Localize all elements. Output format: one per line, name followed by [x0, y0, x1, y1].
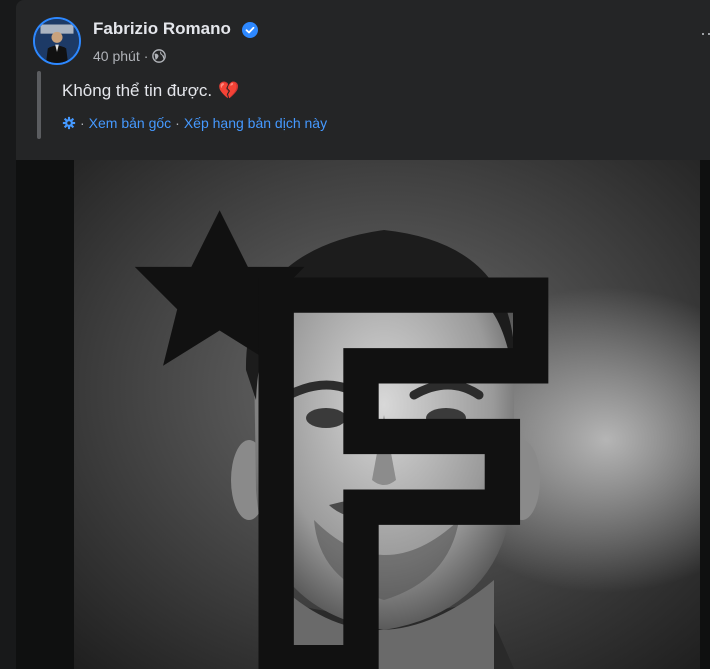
translation-separator: ·	[80, 115, 85, 131]
post-media-area	[16, 160, 710, 669]
author-name[interactable]: Fabrizio Romano	[93, 19, 231, 39]
more-icon: ···	[700, 23, 710, 43]
post-text-content: Không thể tin được.	[62, 81, 213, 100]
post-card: Fabrizio Romano 40 phút · ··· Không thể …	[16, 0, 710, 669]
post-meta: 40 phút ·	[93, 48, 167, 64]
post-text: Không thể tin được. 💔	[62, 81, 239, 101]
avatar-photo-icon	[35, 19, 79, 63]
more-options-button[interactable]: ···	[700, 24, 710, 48]
author-avatar[interactable]	[33, 17, 81, 65]
translation-separator: ·	[175, 115, 180, 131]
globe-icon[interactable]	[152, 49, 167, 63]
post-timestamp[interactable]: 40 phút	[93, 48, 140, 64]
gear-icon	[62, 116, 76, 130]
translation-row: · Xem bản gốc · Xếp hạng bản dịch này	[62, 115, 327, 131]
brand-logo-icon	[134, 210, 549, 669]
broken-heart-emoji: 💔	[218, 81, 240, 100]
meta-separator: ·	[143, 48, 149, 64]
quote-bar	[37, 71, 41, 139]
post-header: Fabrizio Romano 40 phút · ··· Không thể …	[16, 0, 710, 160]
verified-badge-icon	[242, 22, 258, 38]
post-photo[interactable]	[74, 160, 700, 669]
see-original-link[interactable]: Xem bản gốc	[89, 115, 172, 131]
rate-translation-link[interactable]: Xếp hạng bản dịch này	[184, 115, 327, 131]
